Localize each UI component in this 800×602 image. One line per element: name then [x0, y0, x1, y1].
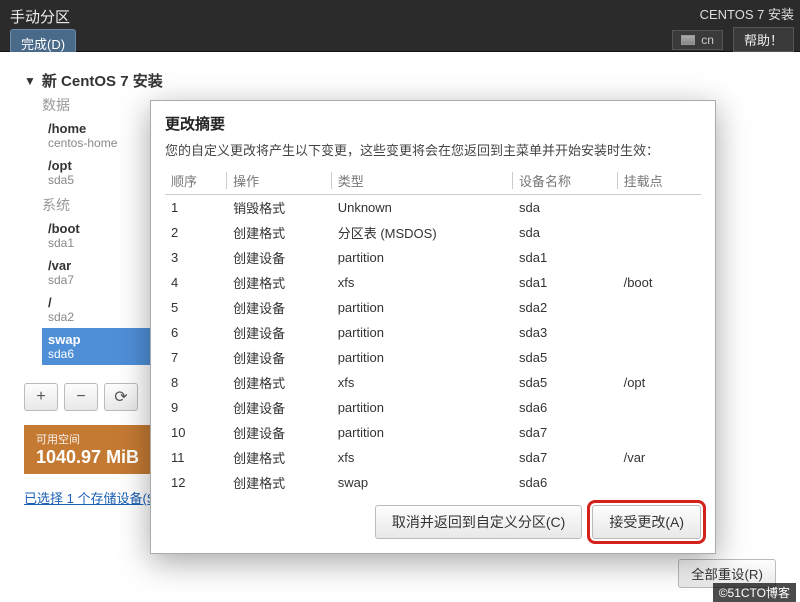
table-row[interactable]: 6创建设备partitionsda3	[165, 320, 701, 345]
op-cell: 创建格式	[227, 470, 332, 495]
installer-title: CENTOS 7 安装	[546, 4, 794, 23]
table-row[interactable]: 12创建格式swapsda6	[165, 470, 701, 495]
col-op[interactable]: 操作	[227, 167, 332, 195]
op-cell: 创建格式	[227, 370, 332, 395]
summary-dialog: 更改摘要 您的自定义更改将产生以下变更，这些变更将会在您返回到主菜单并开始安装时…	[150, 100, 716, 554]
card-label: 可用空间	[36, 431, 139, 447]
expand-arrow-icon: ▼	[24, 74, 36, 88]
cancel-button[interactable]: 取消并返回到自定义分区(C)	[375, 505, 582, 539]
op-cell: 创建设备	[227, 395, 332, 420]
table-row[interactable]: 7创建设备partitionsda5	[165, 345, 701, 370]
col-mount[interactable]: 挂载点	[618, 167, 701, 195]
changes-table: 顺序 操作 类型 设备名称 挂载点 1销毁格式Unknownsda2创建格式分区…	[165, 167, 701, 495]
watermark: ©51CTO博客	[713, 583, 796, 602]
accept-button[interactable]: 接受更改(A)	[592, 505, 701, 539]
table-row[interactable]: 10创建设备partitionsda7	[165, 420, 701, 445]
op-cell: 创建设备	[227, 345, 332, 370]
table-row[interactable]: 1销毁格式Unknownsda	[165, 195, 701, 221]
card-value: 1040.97 MiB	[36, 447, 139, 468]
op-cell: 创建设备	[227, 320, 332, 345]
installation-header[interactable]: ▼ 新 CentOS 7 安装	[24, 70, 364, 91]
help-button[interactable]: 帮助！	[733, 27, 794, 52]
reload-button[interactable]: ⟳	[104, 383, 138, 411]
top-bar-right: CENTOS 7 安装 cn 帮助！	[540, 0, 800, 51]
remove-mount-button[interactable]: −	[64, 383, 98, 411]
card-available: 可用空间 1040.97 MiB	[24, 425, 151, 474]
col-order[interactable]: 顺序	[165, 167, 227, 195]
op-cell: 创建设备	[227, 420, 332, 445]
keyboard-layout-label: cn	[701, 33, 714, 47]
dialog-title: 更改摘要	[165, 113, 701, 134]
top-bar-left: 手动分区 完成(D)	[0, 0, 540, 51]
op-cell: 创建格式	[227, 220, 332, 245]
table-row[interactable]: 8创建格式xfssda5/opt	[165, 370, 701, 395]
page-title: 手动分区	[10, 4, 530, 29]
table-row[interactable]: 11创建格式xfssda7/var	[165, 445, 701, 470]
dialog-buttons: 取消并返回到自定义分区(C) 接受更改(A)	[165, 505, 701, 539]
keyboard-icon	[681, 35, 695, 45]
keyboard-indicator[interactable]: cn	[672, 30, 723, 50]
op-cell: 创建格式	[227, 445, 332, 470]
op-cell: 创建设备	[227, 295, 332, 320]
op-cell: 销毁格式	[227, 195, 332, 221]
storage-devices-link[interactable]: 已选择 1 个存储设备(S)	[24, 488, 160, 507]
table-row[interactable]: 3创建设备partitionsda1	[165, 245, 701, 270]
op-cell: 创建设备	[227, 245, 332, 270]
table-row[interactable]: 9创建设备partitionsda6	[165, 395, 701, 420]
table-row[interactable]: 2创建格式分区表 (MSDOS)sda	[165, 220, 701, 245]
installation-title: 新 CentOS 7 安装	[42, 70, 163, 91]
table-row[interactable]: 5创建设备partitionsda2	[165, 295, 701, 320]
col-type[interactable]: 类型	[332, 167, 513, 195]
col-dev[interactable]: 设备名称	[513, 167, 618, 195]
table-row[interactable]: 4创建格式xfssda1/boot	[165, 270, 701, 295]
op-cell: 创建格式	[227, 270, 332, 295]
add-mount-button[interactable]: +	[24, 383, 58, 411]
dialog-description: 您的自定义更改将产生以下变更，这些变更将会在您返回到主菜单并开始安装时生效：	[165, 140, 701, 159]
top-bar: 手动分区 完成(D) CENTOS 7 安装 cn 帮助！	[0, 0, 800, 52]
